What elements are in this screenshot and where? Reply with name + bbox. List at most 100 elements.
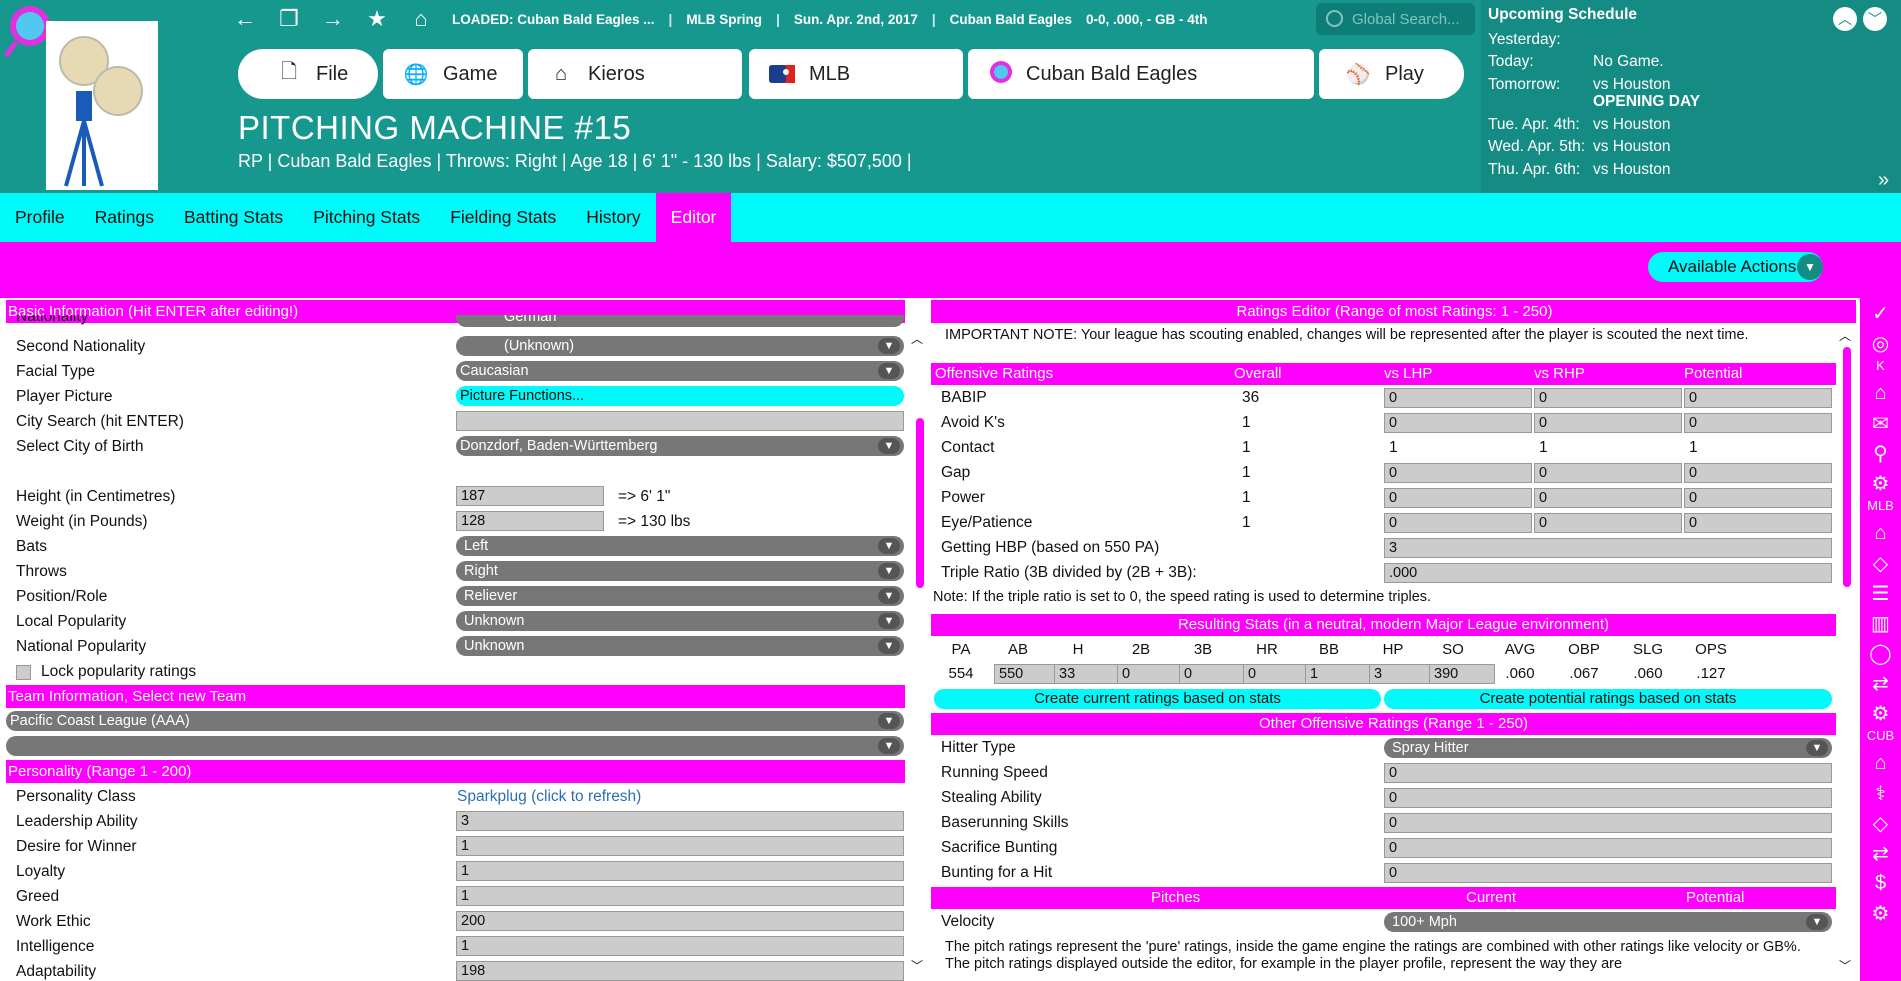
- file-menu-button[interactable]: 🗋 File: [238, 49, 378, 99]
- schedule-value[interactable]: vs Houston: [1593, 138, 1671, 163]
- right-scrollbar-thumb[interactable]: [1843, 347, 1851, 587]
- globe-icon[interactable]: ◎: [1866, 328, 1896, 358]
- stat-value-1[interactable]: 550: [994, 664, 1060, 684]
- expand-icon[interactable]: »: [1878, 169, 1889, 192]
- forward-arrow-icon[interactable]: →: [320, 6, 346, 32]
- rating-lhp-input[interactable]: 0: [1384, 488, 1532, 508]
- game-menu-button[interactable]: 🌐 Game: [383, 49, 523, 99]
- team-menu-button[interactable]: Cuban Bald Eagles: [968, 49, 1314, 99]
- schedule-value[interactable]: vs Houston: [1593, 161, 1671, 186]
- transfer-icon[interactable]: ⇄: [1866, 668, 1896, 698]
- intelligence-input[interactable]: 1: [456, 936, 904, 956]
- copy-icon[interactable]: ❐: [276, 6, 302, 32]
- home-icon[interactable]: ⌂: [1866, 378, 1896, 408]
- available-actions-button[interactable]: Available Actions ▼: [1648, 252, 1823, 282]
- stat-value-7[interactable]: 3: [1369, 664, 1435, 684]
- left-scrollbar-thumb[interactable]: [916, 418, 924, 588]
- star-icon[interactable]: ★: [364, 6, 390, 32]
- stat-value-2[interactable]: 33: [1054, 664, 1120, 684]
- right-scrollbar[interactable]: ︿ ﹀: [1836, 325, 1858, 981]
- rating-rhp-input[interactable]: 0: [1534, 463, 1682, 483]
- gear-icon[interactable]: ⚙: [1866, 898, 1896, 928]
- tab-history[interactable]: History: [571, 193, 655, 242]
- mlb-menu-button[interactable]: MLB: [749, 49, 963, 99]
- create-potential-ratings-button[interactable]: Create potential ratings based on stats: [1384, 689, 1832, 709]
- rating-rhp-input[interactable]: 0: [1534, 488, 1682, 508]
- kieros-menu-button[interactable]: ⌂ Kieros: [528, 49, 742, 99]
- personality-class-link[interactable]: Sparkplug (click to refresh): [457, 788, 641, 806]
- greed-input[interactable]: 1: [456, 886, 904, 906]
- back-arrow-icon[interactable]: ←: [232, 6, 258, 32]
- stat-value-3[interactable]: 0: [1117, 664, 1183, 684]
- create-current-ratings-button[interactable]: Create current ratings based on stats: [934, 689, 1381, 709]
- left-scrollbar[interactable]: ︿ ﹀: [906, 325, 930, 981]
- rating-potential-input[interactable]: 0: [1684, 513, 1832, 533]
- nationality-select[interactable]: German: [456, 315, 904, 327]
- rating-potential-input[interactable]: 0: [1684, 463, 1832, 483]
- throws-select[interactable]: Right ▼: [456, 561, 904, 581]
- weight-input[interactable]: 128: [456, 511, 604, 531]
- hitter-type-select[interactable]: Spray Hitter ▼: [1384, 738, 1832, 758]
- stealing-ability-input[interactable]: 0: [1384, 788, 1832, 808]
- rating-rhp-input[interactable]: 0: [1534, 413, 1682, 433]
- running-speed-input[interactable]: 0: [1384, 763, 1832, 783]
- tab-batting-stats[interactable]: Batting Stats: [169, 193, 298, 242]
- scroll-up-icon[interactable]: ︿: [1839, 327, 1851, 344]
- scroll-down-icon[interactable]: ﹀: [911, 957, 923, 974]
- stat-value-6[interactable]: 1: [1305, 664, 1371, 684]
- schedule-up-icon[interactable]: ︿: [1833, 7, 1857, 31]
- rating-rhp-input[interactable]: 0: [1534, 388, 1682, 408]
- diamond-icon[interactable]: ◇: [1866, 548, 1896, 578]
- second-nationality-select[interactable]: (Unknown) ▼: [456, 336, 904, 356]
- stat-value-4[interactable]: 0: [1179, 664, 1245, 684]
- rating-lhp-input[interactable]: 0: [1384, 413, 1532, 433]
- position-select[interactable]: Reliever ▼: [456, 586, 904, 606]
- bunting-hit-input[interactable]: 0: [1384, 863, 1832, 883]
- tab-ratings[interactable]: Ratings: [80, 193, 169, 242]
- hbp-input[interactable]: 3: [1384, 538, 1832, 558]
- sacrifice-bunting-input[interactable]: 0: [1384, 838, 1832, 858]
- rating-potential-input[interactable]: 0: [1684, 488, 1832, 508]
- velocity-select[interactable]: 100+ Mph ▼: [1384, 912, 1832, 932]
- list-icon[interactable]: ☰: [1866, 578, 1896, 608]
- rating-lhp-input[interactable]: 0: [1384, 388, 1532, 408]
- city-search-input[interactable]: [456, 411, 904, 431]
- rating-lhp-input[interactable]: 0: [1384, 513, 1532, 533]
- local-popularity-select[interactable]: Unknown ▼: [456, 611, 904, 631]
- medical-icon[interactable]: ⚕: [1866, 778, 1896, 808]
- facial-type-select[interactable]: Caucasian ▼: [456, 361, 904, 381]
- chart-icon[interactable]: ▥: [1866, 608, 1896, 638]
- play-menu-button[interactable]: ⚾ Play: [1319, 49, 1464, 99]
- rating-lhp-input[interactable]: 0: [1384, 463, 1532, 483]
- stat-value-8[interactable]: 390: [1429, 664, 1495, 684]
- height-input[interactable]: 187: [456, 486, 604, 506]
- national-popularity-select[interactable]: Unknown ▼: [456, 636, 904, 656]
- work-ethic-input[interactable]: 200: [456, 911, 904, 931]
- tab-fielding-stats[interactable]: Fielding Stats: [435, 193, 571, 242]
- check-icon[interactable]: ✓: [1866, 298, 1896, 328]
- rating-rhp-input[interactable]: 0: [1534, 513, 1682, 533]
- adaptability-input[interactable]: 198: [456, 961, 904, 981]
- league-select[interactable]: Pacific Coast League (AAA) ▼: [6, 711, 904, 731]
- bats-select[interactable]: Left ▼: [456, 536, 904, 556]
- lock-popularity-checkbox[interactable]: [16, 665, 31, 680]
- city-of-birth-select[interactable]: Donzdorf, Baden-Württemberg ▼: [456, 436, 904, 456]
- home-icon[interactable]: ⌂: [408, 6, 434, 32]
- loyalty-input[interactable]: 1: [456, 861, 904, 881]
- stat-value-5[interactable]: 0: [1243, 664, 1309, 684]
- tab-pitching-stats[interactable]: Pitching Stats: [298, 193, 435, 242]
- rating-potential-input[interactable]: 0: [1684, 413, 1832, 433]
- tab-editor[interactable]: Editor: [655, 193, 732, 242]
- mail-icon[interactable]: ✉: [1866, 408, 1896, 438]
- diamond-icon[interactable]: ◇: [1866, 808, 1896, 838]
- dollar-icon[interactable]: $: [1866, 868, 1896, 898]
- desire-input[interactable]: 1: [456, 836, 904, 856]
- global-search-input[interactable]: Global Search...: [1316, 3, 1475, 35]
- search-icon[interactable]: ⚲: [1866, 438, 1896, 468]
- home-icon[interactable]: ⌂: [1866, 518, 1896, 548]
- scroll-up-icon[interactable]: ︿: [911, 330, 923, 347]
- rating-potential-input[interactable]: 0: [1684, 388, 1832, 408]
- triple-ratio-input[interactable]: .000: [1384, 563, 1832, 583]
- gear-icon[interactable]: ⚙: [1866, 468, 1896, 498]
- scroll-down-icon[interactable]: ﹀: [1839, 957, 1851, 974]
